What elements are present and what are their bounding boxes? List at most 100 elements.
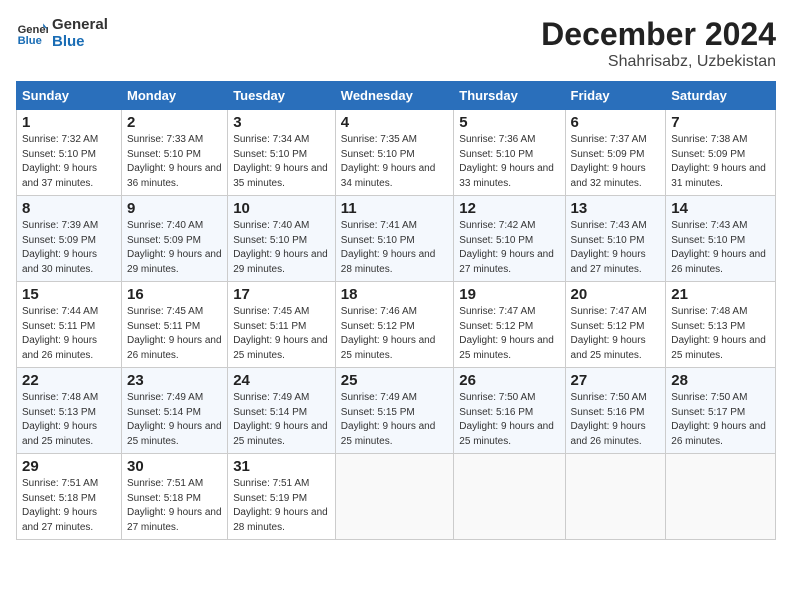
calendar-subtitle: Shahrisabz, Uzbekistan xyxy=(541,53,776,71)
day-number: 3 xyxy=(233,114,330,131)
calendar-cell: 27 Sunrise: 7:50 AMSunset: 5:16 PMDaylig… xyxy=(565,368,666,454)
day-number: 28 xyxy=(671,372,770,389)
calendar-cell: 17 Sunrise: 7:45 AMSunset: 5:11 PMDaylig… xyxy=(228,282,336,368)
calendar-week-3: 15 Sunrise: 7:44 AMSunset: 5:11 PMDaylig… xyxy=(17,282,776,368)
svg-text:Blue: Blue xyxy=(18,35,42,47)
logo: General Blue General Blue xyxy=(16,16,108,50)
calendar-cell: 3 Sunrise: 7:34 AMSunset: 5:10 PMDayligh… xyxy=(228,110,336,196)
day-detail: Sunrise: 7:51 AMSunset: 5:18 PMDaylight:… xyxy=(22,478,98,533)
calendar-cell: 1 Sunrise: 7:32 AMSunset: 5:10 PMDayligh… xyxy=(17,110,122,196)
calendar-cell: 26 Sunrise: 7:50 AMSunset: 5:16 PMDaylig… xyxy=(454,368,565,454)
calendar-cell: 9 Sunrise: 7:40 AMSunset: 5:09 PMDayligh… xyxy=(122,196,228,282)
calendar-week-4: 22 Sunrise: 7:48 AMSunset: 5:13 PMDaylig… xyxy=(17,368,776,454)
day-number: 1 xyxy=(22,114,116,131)
calendar-cell: 22 Sunrise: 7:48 AMSunset: 5:13 PMDaylig… xyxy=(17,368,122,454)
day-number: 12 xyxy=(459,200,559,217)
calendar-cell: 25 Sunrise: 7:49 AMSunset: 5:15 PMDaylig… xyxy=(335,368,454,454)
day-detail: Sunrise: 7:47 AMSunset: 5:12 PMDaylight:… xyxy=(459,306,554,361)
day-number: 4 xyxy=(341,114,449,131)
calendar-cell: 18 Sunrise: 7:46 AMSunset: 5:12 PMDaylig… xyxy=(335,282,454,368)
day-detail: Sunrise: 7:42 AMSunset: 5:10 PMDaylight:… xyxy=(459,220,554,275)
weekday-header-sunday: Sunday xyxy=(17,82,122,110)
day-number: 19 xyxy=(459,286,559,303)
day-detail: Sunrise: 7:49 AMSunset: 5:15 PMDaylight:… xyxy=(341,392,436,447)
calendar-cell xyxy=(666,454,776,540)
day-number: 16 xyxy=(127,286,222,303)
calendar-cell: 5 Sunrise: 7:36 AMSunset: 5:10 PMDayligh… xyxy=(454,110,565,196)
day-detail: Sunrise: 7:32 AMSunset: 5:10 PMDaylight:… xyxy=(22,134,98,189)
day-number: 18 xyxy=(341,286,449,303)
day-detail: Sunrise: 7:41 AMSunset: 5:10 PMDaylight:… xyxy=(341,220,436,275)
logo-icon: General Blue xyxy=(16,17,48,49)
day-number: 13 xyxy=(571,200,661,217)
day-detail: Sunrise: 7:44 AMSunset: 5:11 PMDaylight:… xyxy=(22,306,98,361)
calendar-cell: 11 Sunrise: 7:41 AMSunset: 5:10 PMDaylig… xyxy=(335,196,454,282)
day-number: 7 xyxy=(671,114,770,131)
day-detail: Sunrise: 7:43 AMSunset: 5:10 PMDaylight:… xyxy=(671,220,766,275)
day-number: 11 xyxy=(341,200,449,217)
calendar-cell: 29 Sunrise: 7:51 AMSunset: 5:18 PMDaylig… xyxy=(17,454,122,540)
day-detail: Sunrise: 7:40 AMSunset: 5:10 PMDaylight:… xyxy=(233,220,328,275)
day-detail: Sunrise: 7:51 AMSunset: 5:18 PMDaylight:… xyxy=(127,478,222,533)
day-number: 6 xyxy=(571,114,661,131)
calendar-cell xyxy=(454,454,565,540)
day-detail: Sunrise: 7:51 AMSunset: 5:19 PMDaylight:… xyxy=(233,478,328,533)
day-detail: Sunrise: 7:50 AMSunset: 5:16 PMDaylight:… xyxy=(571,392,647,447)
day-detail: Sunrise: 7:40 AMSunset: 5:09 PMDaylight:… xyxy=(127,220,222,275)
calendar-cell: 23 Sunrise: 7:49 AMSunset: 5:14 PMDaylig… xyxy=(122,368,228,454)
day-detail: Sunrise: 7:49 AMSunset: 5:14 PMDaylight:… xyxy=(127,392,222,447)
day-detail: Sunrise: 7:50 AMSunset: 5:16 PMDaylight:… xyxy=(459,392,554,447)
day-number: 10 xyxy=(233,200,330,217)
day-number: 23 xyxy=(127,372,222,389)
calendar-cell: 31 Sunrise: 7:51 AMSunset: 5:19 PMDaylig… xyxy=(228,454,336,540)
day-number: 21 xyxy=(671,286,770,303)
logo-line2: Blue xyxy=(52,33,108,50)
weekday-header-saturday: Saturday xyxy=(666,82,776,110)
day-number: 25 xyxy=(341,372,449,389)
weekday-header-thursday: Thursday xyxy=(454,82,565,110)
day-detail: Sunrise: 7:48 AMSunset: 5:13 PMDaylight:… xyxy=(671,306,766,361)
day-detail: Sunrise: 7:48 AMSunset: 5:13 PMDaylight:… xyxy=(22,392,98,447)
weekday-header-tuesday: Tuesday xyxy=(228,82,336,110)
calendar-table: SundayMondayTuesdayWednesdayThursdayFrid… xyxy=(16,81,776,540)
day-number: 14 xyxy=(671,200,770,217)
calendar-cell: 24 Sunrise: 7:49 AMSunset: 5:14 PMDaylig… xyxy=(228,368,336,454)
calendar-title: December 2024 xyxy=(541,16,776,53)
day-detail: Sunrise: 7:37 AMSunset: 5:09 PMDaylight:… xyxy=(571,134,647,189)
calendar-cell: 12 Sunrise: 7:42 AMSunset: 5:10 PMDaylig… xyxy=(454,196,565,282)
calendar-cell: 30 Sunrise: 7:51 AMSunset: 5:18 PMDaylig… xyxy=(122,454,228,540)
weekday-header-friday: Friday xyxy=(565,82,666,110)
logo-line1: General xyxy=(52,16,108,33)
day-number: 24 xyxy=(233,372,330,389)
calendar-cell: 8 Sunrise: 7:39 AMSunset: 5:09 PMDayligh… xyxy=(17,196,122,282)
day-detail: Sunrise: 7:49 AMSunset: 5:14 PMDaylight:… xyxy=(233,392,328,447)
calendar-week-2: 8 Sunrise: 7:39 AMSunset: 5:09 PMDayligh… xyxy=(17,196,776,282)
day-detail: Sunrise: 7:35 AMSunset: 5:10 PMDaylight:… xyxy=(341,134,436,189)
day-number: 29 xyxy=(22,458,116,475)
day-number: 8 xyxy=(22,200,116,217)
calendar-cell: 4 Sunrise: 7:35 AMSunset: 5:10 PMDayligh… xyxy=(335,110,454,196)
calendar-cell: 13 Sunrise: 7:43 AMSunset: 5:10 PMDaylig… xyxy=(565,196,666,282)
day-detail: Sunrise: 7:36 AMSunset: 5:10 PMDaylight:… xyxy=(459,134,554,189)
day-number: 2 xyxy=(127,114,222,131)
day-detail: Sunrise: 7:43 AMSunset: 5:10 PMDaylight:… xyxy=(571,220,647,275)
calendar-cell: 2 Sunrise: 7:33 AMSunset: 5:10 PMDayligh… xyxy=(122,110,228,196)
calendar-cell xyxy=(335,454,454,540)
calendar-cell: 16 Sunrise: 7:45 AMSunset: 5:11 PMDaylig… xyxy=(122,282,228,368)
calendar-cell: 15 Sunrise: 7:44 AMSunset: 5:11 PMDaylig… xyxy=(17,282,122,368)
day-detail: Sunrise: 7:33 AMSunset: 5:10 PMDaylight:… xyxy=(127,134,222,189)
page-header: General Blue General Blue December 2024 … xyxy=(16,16,776,71)
calendar-cell: 19 Sunrise: 7:47 AMSunset: 5:12 PMDaylig… xyxy=(454,282,565,368)
day-detail: Sunrise: 7:38 AMSunset: 5:09 PMDaylight:… xyxy=(671,134,766,189)
calendar-cell: 7 Sunrise: 7:38 AMSunset: 5:09 PMDayligh… xyxy=(666,110,776,196)
day-number: 20 xyxy=(571,286,661,303)
day-number: 15 xyxy=(22,286,116,303)
day-number: 26 xyxy=(459,372,559,389)
day-detail: Sunrise: 7:50 AMSunset: 5:17 PMDaylight:… xyxy=(671,392,766,447)
calendar-cell: 28 Sunrise: 7:50 AMSunset: 5:17 PMDaylig… xyxy=(666,368,776,454)
day-number: 22 xyxy=(22,372,116,389)
day-detail: Sunrise: 7:34 AMSunset: 5:10 PMDaylight:… xyxy=(233,134,328,189)
day-number: 31 xyxy=(233,458,330,475)
calendar-week-1: 1 Sunrise: 7:32 AMSunset: 5:10 PMDayligh… xyxy=(17,110,776,196)
day-detail: Sunrise: 7:46 AMSunset: 5:12 PMDaylight:… xyxy=(341,306,436,361)
